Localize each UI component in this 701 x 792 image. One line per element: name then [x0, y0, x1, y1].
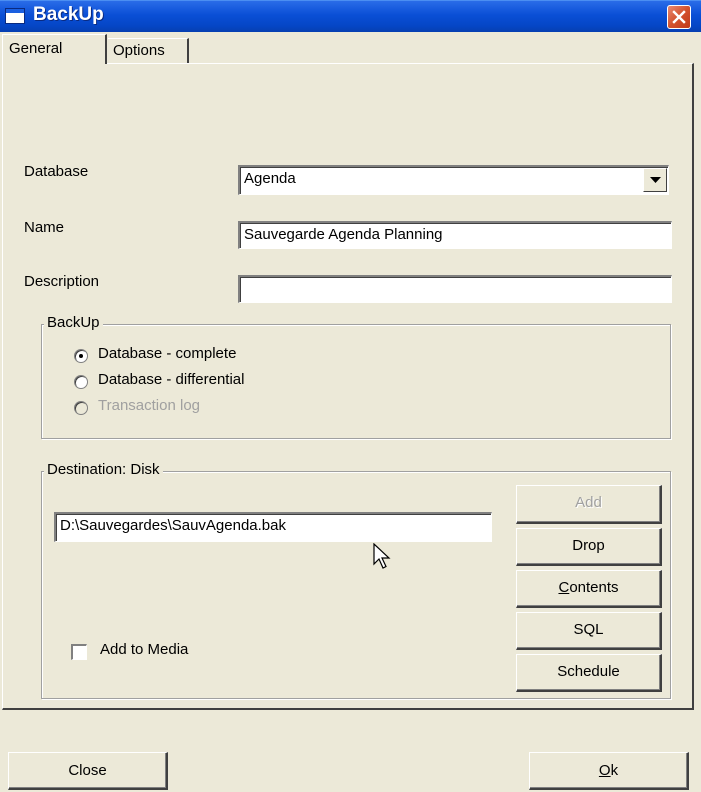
- backup-dialog: BackUp General Options Database Agenda N…: [0, 0, 701, 792]
- ok-button-label: k: [610, 762, 619, 779]
- mouse-pointer-icon: [373, 543, 391, 569]
- database-dropdown-button[interactable]: [643, 168, 667, 192]
- close-button[interactable]: Close: [8, 752, 168, 790]
- destination-group-legend: Destination: Disk: [44, 461, 163, 478]
- sql-button[interactable]: SQL: [516, 612, 662, 650]
- database-select[interactable]: Agenda: [238, 165, 669, 195]
- tab-options-label: Options: [113, 42, 165, 59]
- ok-button[interactable]: Ok: [529, 752, 689, 790]
- backup-group-legend: BackUp: [44, 314, 103, 331]
- name-label: Name: [24, 219, 65, 236]
- sql-button-label: SQL: [573, 621, 604, 638]
- chevron-down-icon: [650, 177, 661, 183]
- add-to-media-label[interactable]: Add to Media: [100, 641, 188, 658]
- schedule-button-label: Schedule: [557, 663, 620, 680]
- destination-path-item[interactable]: D:\Sauvegardes\SauvAgenda.bak: [60, 517, 286, 534]
- close-button-label: Close: [68, 762, 107, 779]
- description-label: Description: [24, 273, 100, 290]
- database-value: Agenda: [244, 170, 296, 187]
- database-differential-label[interactable]: Database - differential: [98, 371, 244, 388]
- tab-options[interactable]: Options: [108, 38, 189, 64]
- close-icon: [672, 10, 686, 24]
- contents-accel-key: C: [558, 579, 570, 596]
- window-title: BackUp: [33, 4, 104, 25]
- radio-database-complete[interactable]: [74, 349, 88, 363]
- schedule-button[interactable]: Schedule: [516, 654, 662, 692]
- database-label: Database: [24, 163, 89, 180]
- tab-general-label: General: [9, 40, 63, 57]
- name-value: Sauvegarde Agenda Planning: [244, 226, 443, 243]
- drop-button-label: Drop: [572, 537, 605, 554]
- add-button: Add: [516, 485, 662, 524]
- database-complete-label[interactable]: Database - complete: [98, 345, 236, 362]
- radio-transaction-log: [74, 401, 88, 415]
- title-bar[interactable]: BackUp: [0, 0, 701, 32]
- ok-accel-key: O: [598, 762, 611, 779]
- transaction-log-label: Transaction log: [98, 397, 200, 414]
- contents-button-label: ontents: [569, 579, 619, 596]
- radio-database-differential[interactable]: [74, 375, 88, 389]
- add-to-media-checkbox[interactable]: [71, 644, 87, 660]
- tab-general[interactable]: General: [2, 34, 107, 64]
- name-input[interactable]: Sauvegarde Agenda Planning: [238, 221, 672, 249]
- destination-path-list[interactable]: D:\Sauvegardes\SauvAgenda.bak: [54, 512, 492, 542]
- contents-button[interactable]: Contents: [516, 570, 662, 608]
- drop-button[interactable]: Drop: [516, 528, 662, 566]
- description-input[interactable]: [238, 275, 672, 303]
- close-window-button[interactable]: [667, 5, 691, 29]
- add-button-label: Add: [575, 494, 602, 511]
- window-icon: [5, 8, 25, 24]
